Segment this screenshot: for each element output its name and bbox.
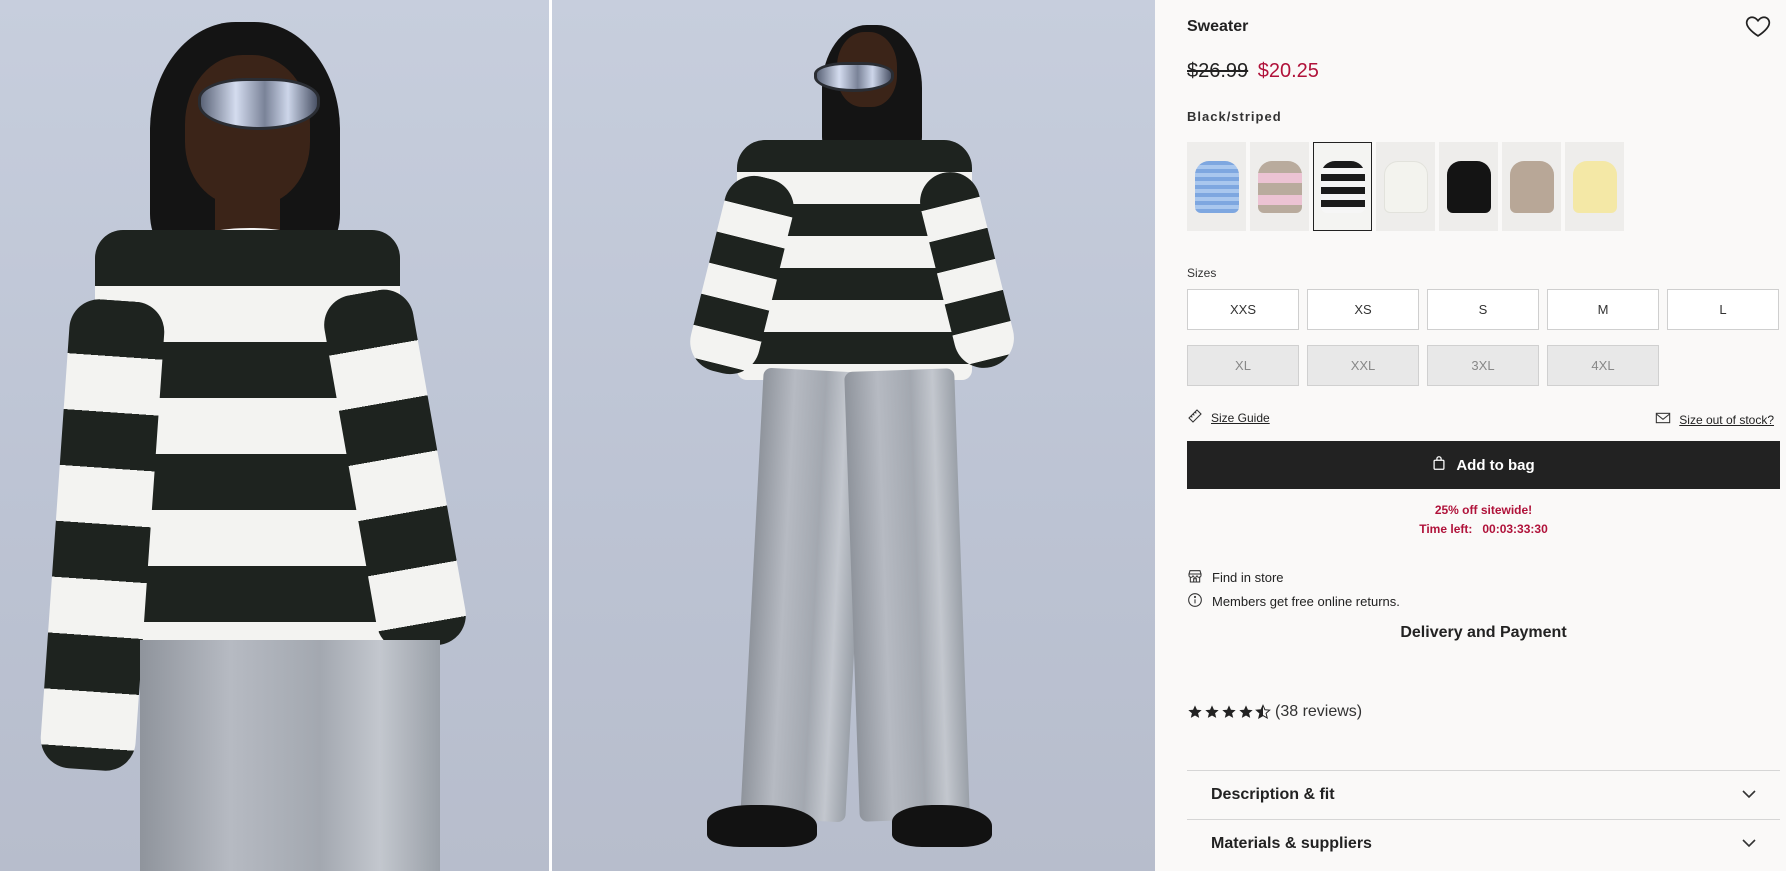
size-button-xl-unavailable[interactable]: XL: [1187, 345, 1299, 386]
size-button-3xl-unavailable[interactable]: 3XL: [1427, 345, 1539, 386]
jeans: [140, 640, 440, 871]
free-returns-text: Members get free online returns.: [1212, 594, 1400, 609]
color-swatches: [1187, 142, 1624, 231]
size-button-l[interactable]: L: [1667, 289, 1779, 330]
delivery-and-payment-link[interactable]: Delivery and Payment: [1187, 624, 1780, 642]
shopping-bag-icon: [1432, 455, 1446, 475]
star-icon: [1188, 705, 1202, 718]
favorite-heart-icon[interactable]: [1744, 12, 1772, 40]
size-selector: XXS XS S M L XL XXL 3XL 4XL: [1187, 289, 1780, 401]
accordion-title: Materials & suppliers: [1211, 835, 1372, 852]
swatch-light-blue[interactable]: [1187, 142, 1246, 231]
find-in-store-link[interactable]: Find in store: [1187, 568, 1284, 587]
size-button-m[interactable]: M: [1547, 289, 1659, 330]
product-details-panel: Sweater $26.99 $20.25 Black/striped Size…: [1187, 0, 1780, 871]
swatch-light-yellow[interactable]: [1565, 142, 1624, 231]
size-button-xs[interactable]: XS: [1307, 289, 1419, 330]
accordion-materials-suppliers[interactable]: Materials & suppliers: [1187, 819, 1780, 868]
ruler-icon: [1187, 408, 1203, 427]
chevron-down-icon: [1742, 786, 1756, 804]
swatch-black-striped[interactable]: [1313, 142, 1372, 231]
promo-banner: 25% off sitewide! Time left: 00:03:33:30: [1187, 501, 1780, 539]
original-price: $26.99: [1187, 60, 1249, 82]
countdown: Time left: 00:03:33:30: [1187, 520, 1780, 539]
swatch-black[interactable]: [1439, 142, 1498, 231]
countdown-timer: 00:03:33:30: [1482, 522, 1548, 536]
product-image-front-closeup[interactable]: [0, 0, 549, 871]
add-to-bag-label: Add to bag: [1456, 456, 1535, 474]
size-button-s[interactable]: S: [1427, 289, 1539, 330]
size-button-xxl-unavailable[interactable]: XXL: [1307, 345, 1419, 386]
accordion-description-fit[interactable]: Description & fit: [1187, 770, 1780, 819]
sunglasses: [814, 62, 894, 92]
star-icon: [1205, 705, 1219, 718]
info-icon: [1187, 592, 1203, 611]
review-count: (38 reviews): [1275, 703, 1363, 720]
reviews-summary[interactable]: (38 reviews): [1187, 703, 1362, 721]
product-title: Sweater: [1187, 18, 1249, 35]
swatch-beige-pink-striped[interactable]: [1250, 142, 1309, 231]
size-guide-label: Size Guide: [1211, 410, 1270, 425]
size-button-4xl-unavailable[interactable]: 4XL: [1547, 345, 1659, 386]
star-rating: [1187, 704, 1271, 720]
size-guide-link[interactable]: Size Guide: [1187, 408, 1270, 427]
half-star-icon: [1255, 704, 1271, 719]
size-button-xxs[interactable]: XXS: [1187, 289, 1299, 330]
product-gallery: [0, 0, 1155, 871]
accordion-title: Description & fit: [1211, 786, 1335, 803]
chevron-down-icon: [1742, 835, 1756, 853]
sunglasses: [198, 78, 320, 130]
product-image-full-body[interactable]: [552, 0, 1155, 871]
sizes-label: Sizes: [1187, 266, 1217, 280]
star-icon: [1222, 705, 1236, 718]
jeans-right-leg: [844, 368, 970, 822]
sale-price: $20.25: [1257, 60, 1319, 82]
swatch-white[interactable]: [1376, 142, 1435, 231]
add-to-bag-button[interactable]: Add to bag: [1187, 441, 1780, 489]
swatch-beige[interactable]: [1502, 142, 1561, 231]
time-left-label: Time left:: [1419, 522, 1473, 536]
free-returns-info: Members get free online returns.: [1187, 592, 1400, 611]
find-in-store-label: Find in store: [1212, 570, 1284, 585]
selected-color-name: Black/striped: [1187, 109, 1282, 124]
promo-line: 25% off sitewide!: [1434, 503, 1533, 517]
price: $26.99 $20.25: [1187, 60, 1319, 83]
right-shoe: [892, 805, 992, 847]
size-out-of-stock-link[interactable]: Size out of stock?: [1655, 411, 1774, 428]
size-out-of-stock-label: Size out of stock?: [1679, 412, 1774, 427]
left-shoe: [707, 805, 817, 847]
star-icon: [1239, 705, 1253, 718]
envelope-icon: [1655, 411, 1671, 428]
store-icon: [1187, 568, 1203, 587]
